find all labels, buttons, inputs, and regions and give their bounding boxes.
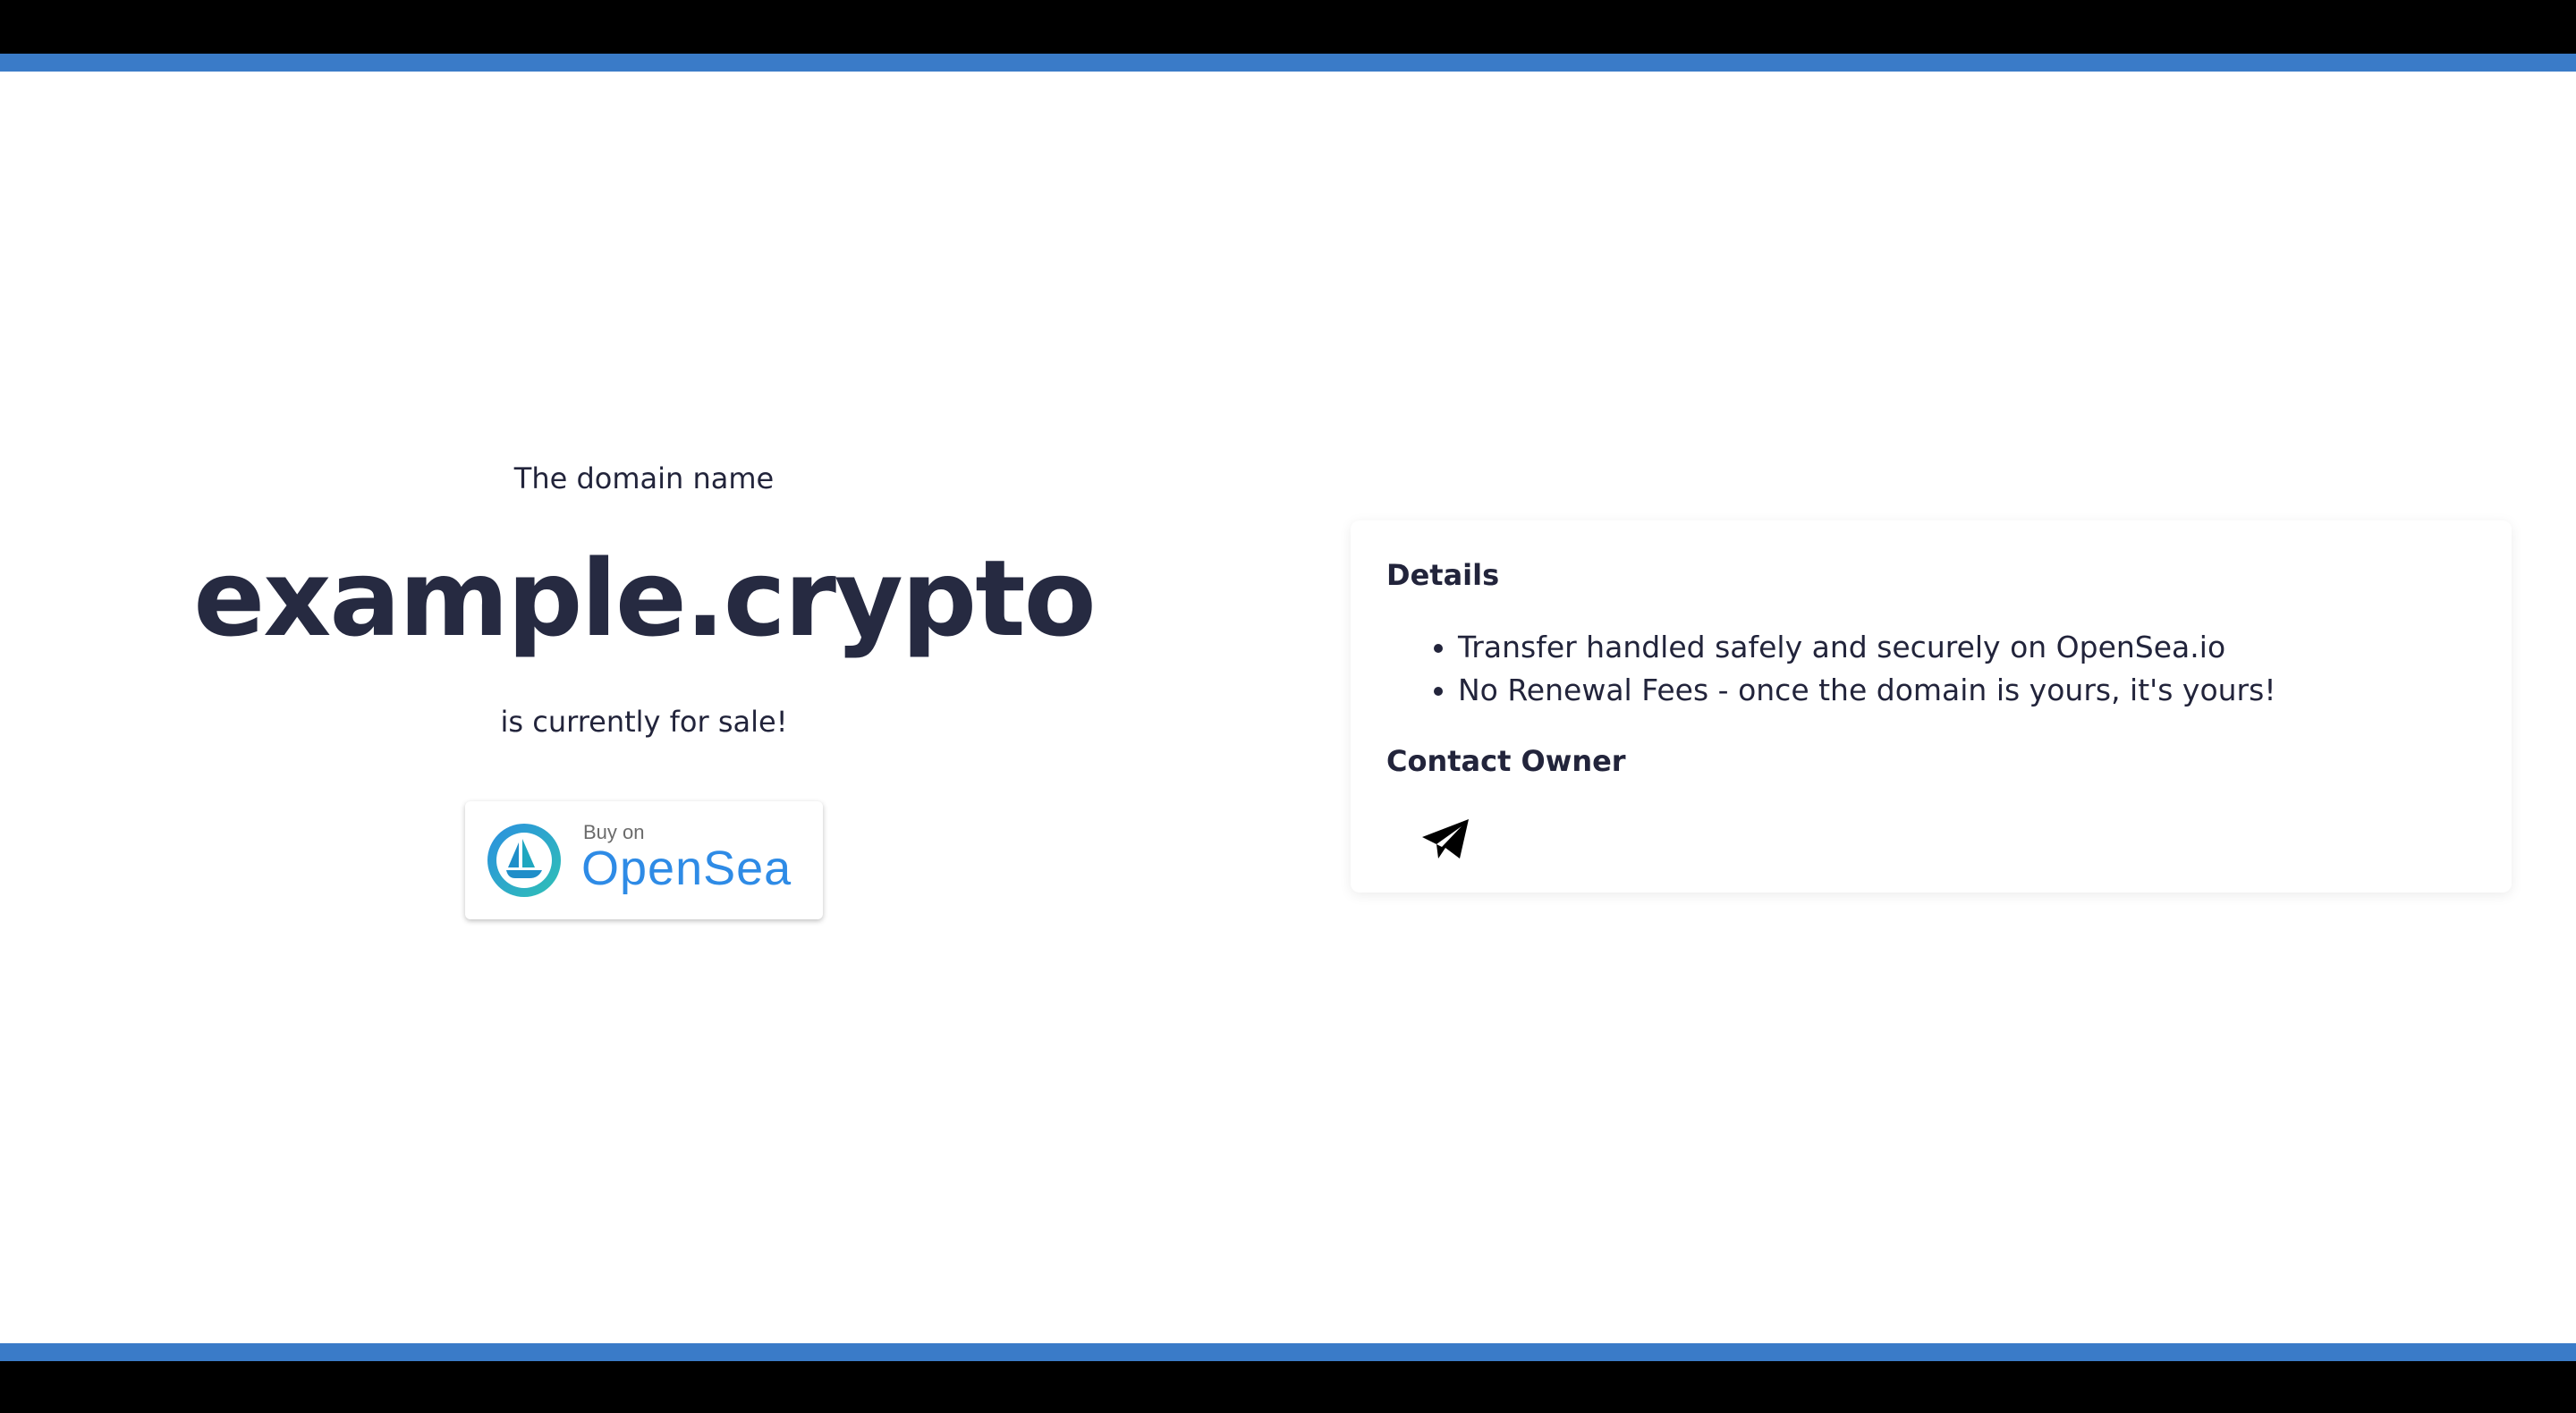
- details-card: Details Transfer handled safely and secu…: [1351, 520, 2512, 893]
- telegram-icon[interactable]: [1420, 817, 1470, 862]
- bottom-frame-bar: [0, 1361, 2576, 1413]
- sale-status-text: is currently for sale!: [500, 705, 788, 739]
- top-accent-stripe: [0, 54, 2576, 72]
- details-heading: Details: [1386, 558, 1500, 592]
- opensea-brand-label: OpenSea: [581, 842, 792, 895]
- top-frame-bar: [0, 0, 2576, 54]
- opensea-logo-icon: [487, 824, 561, 897]
- bottom-accent-stripe: [0, 1343, 2576, 1361]
- buy-on-opensea-button[interactable]: Buy on OpenSea: [465, 801, 823, 919]
- details-item-no-renewal: No Renewal Fees - once the domain is you…: [1458, 669, 2276, 712]
- details-item-transfer: Transfer handled safely and securely on …: [1458, 626, 2276, 669]
- contact-owner-heading: Contact Owner: [1386, 744, 1626, 778]
- domain-name-heading: example.crypto: [193, 537, 1097, 660]
- details-list: Transfer handled safely and securely on …: [1386, 626, 2276, 712]
- intro-text: The domain name: [513, 461, 775, 495]
